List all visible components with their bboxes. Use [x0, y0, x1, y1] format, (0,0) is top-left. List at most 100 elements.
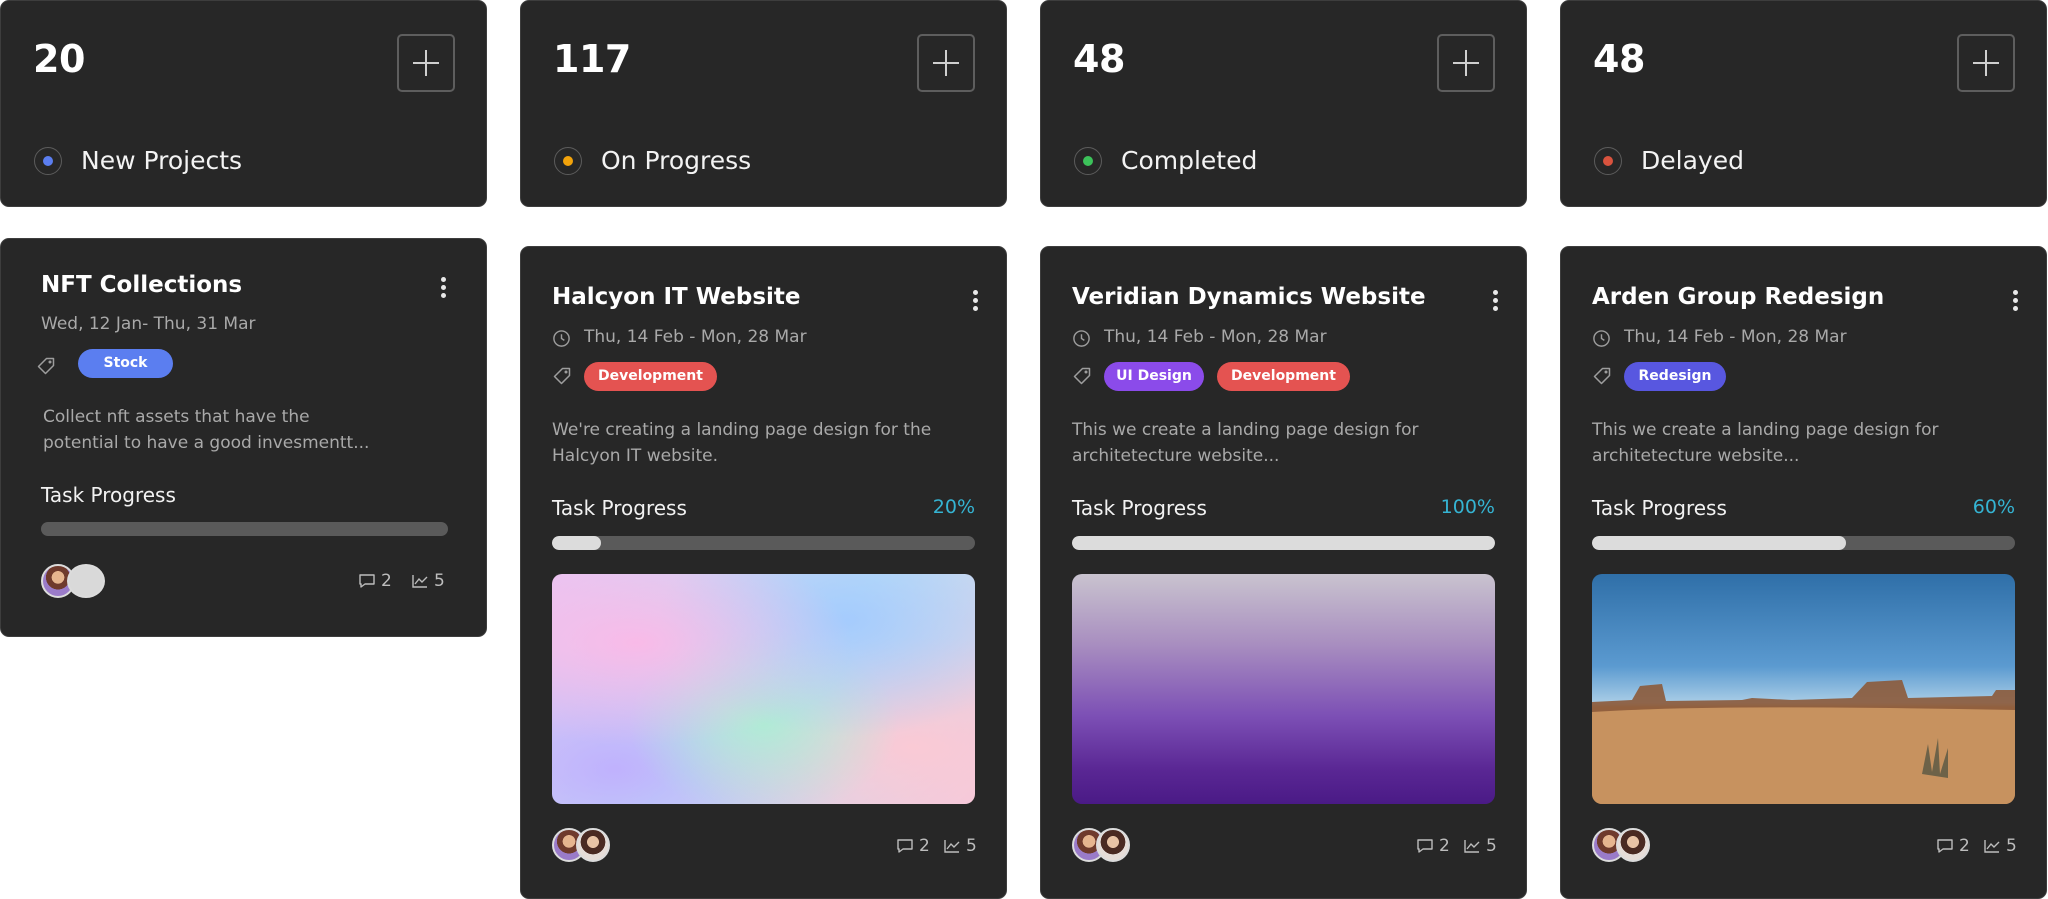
stat-label: Delayed [1641, 146, 1744, 175]
progress-fill [552, 536, 601, 550]
tag-icon [37, 357, 55, 375]
stat-card-new-projects: 20 New Projects [0, 0, 487, 207]
task-progress-label: Task Progress [1072, 496, 1207, 520]
kebab-menu-icon[interactable] [2007, 289, 2023, 313]
status-indicator [1594, 147, 1622, 175]
project-description: We're creating a landing page design for… [552, 420, 932, 466]
progress-percent: 60% [1972, 496, 2015, 518]
plus-icon[interactable] [917, 34, 975, 92]
project-date: Thu, 14 Feb - Mon, 28 Mar [584, 327, 807, 347]
trend-chart-icon [412, 575, 428, 588]
tag-redesign: Redesign [1624, 362, 1726, 391]
plus-icon[interactable] [397, 34, 455, 92]
tag-development: Development [584, 362, 717, 391]
project-card-halcyon-it-website[interactable]: Halcyon IT Website Thu, 14 Feb - Mon, 28… [520, 246, 1007, 899]
clock-icon [553, 330, 570, 347]
tag-icon [1073, 367, 1091, 385]
stats-count-value: 5 [434, 571, 445, 591]
project-card-nft-collections[interactable]: NFT Collections Wed, 12 Jan- Thu, 31 Mar… [0, 238, 487, 637]
kebab-menu-icon[interactable] [1487, 289, 1503, 313]
avatar-group [1072, 828, 1134, 864]
stats-count[interactable]: 5 [1463, 836, 1497, 856]
avatar[interactable] [1096, 828, 1130, 862]
stats-count[interactable]: 5 [943, 836, 977, 856]
tag-icon [553, 367, 571, 385]
avatar[interactable] [67, 564, 105, 598]
stats-count-value: 5 [1486, 836, 1497, 856]
tag-development: Development [1217, 362, 1350, 391]
project-description: This we create a landing page design for… [1072, 420, 1419, 466]
trend-chart-icon [944, 840, 960, 853]
progress-fill [1072, 536, 1495, 550]
plus-icon[interactable] [1437, 34, 1495, 92]
project-thumbnail [552, 574, 975, 804]
stat-count: 48 [1593, 37, 1645, 81]
stats-count-value: 5 [2006, 836, 2017, 856]
stat-label: Completed [1121, 146, 1258, 175]
comment-count[interactable]: 2 [896, 836, 930, 856]
clock-icon [1073, 330, 1090, 347]
comment-icon [1417, 839, 1433, 853]
avatar[interactable] [576, 828, 610, 862]
comment-count-value: 2 [919, 836, 930, 856]
stat-count: 48 [1073, 37, 1125, 81]
progress-percent: 100% [1440, 496, 1495, 518]
progress-bar [552, 536, 975, 550]
plus-icon[interactable] [1957, 34, 2015, 92]
avatar-group [1592, 828, 1654, 864]
comment-count-value: 2 [381, 571, 392, 591]
progress-bar [1592, 536, 2015, 550]
comment-count[interactable]: 2 [1936, 836, 1970, 856]
project-card-arden-group-redesign[interactable]: Arden Group Redesign Thu, 14 Feb - Mon, … [1560, 246, 2047, 899]
project-date: Thu, 14 Feb - Mon, 28 Mar [1624, 327, 1847, 347]
comment-count-value: 2 [1439, 836, 1450, 856]
task-progress-label: Task Progress [41, 483, 176, 507]
progress-bar [41, 522, 448, 536]
project-card-veridian-dynamics-website[interactable]: Veridian Dynamics Website Thu, 14 Feb - … [1040, 246, 1527, 899]
kebab-menu-icon[interactable] [967, 289, 983, 313]
stat-card-on-progress: 117 On Progress [520, 0, 1007, 207]
progress-percent: 20% [932, 496, 975, 518]
stat-count: 20 [33, 37, 85, 81]
tag-stock: Stock [78, 349, 173, 378]
project-description: This we create a landing page design for… [1592, 420, 1939, 466]
project-title: NFT Collections [41, 272, 243, 298]
progress-fill [1592, 536, 1846, 550]
avatar-group [41, 564, 111, 600]
project-description: Collect nft assets that have the potenti… [43, 407, 370, 453]
stats-count-value: 5 [966, 836, 977, 856]
project-thumbnail [1592, 574, 2015, 804]
tag-ui-design: UI Design [1104, 362, 1204, 391]
status-indicator [554, 147, 582, 175]
project-title: Arden Group Redesign [1592, 284, 1885, 310]
comment-icon [1937, 839, 1953, 853]
stat-card-delayed: 48 Delayed [1560, 0, 2047, 207]
trend-chart-icon [1984, 840, 2000, 853]
stat-card-completed: 48 Completed [1040, 0, 1527, 207]
project-title: Veridian Dynamics Website [1072, 284, 1426, 310]
project-date: Wed, 12 Jan- Thu, 31 Mar [41, 314, 256, 334]
status-indicator [1074, 147, 1102, 175]
task-progress-label: Task Progress [1592, 496, 1727, 520]
stats-count[interactable]: 5 [411, 571, 445, 591]
kebab-menu-icon[interactable] [435, 276, 451, 300]
avatar[interactable] [1616, 828, 1650, 862]
project-thumbnail [1072, 574, 1495, 804]
tag-icon [1593, 367, 1611, 385]
stats-count[interactable]: 5 [1983, 836, 2017, 856]
desert-landscape-photo [1592, 680, 2015, 804]
status-indicator [34, 147, 62, 175]
comment-icon [359, 574, 375, 588]
project-title: Halcyon IT Website [552, 284, 801, 310]
avatar-group [552, 828, 614, 864]
comment-count[interactable]: 2 [358, 571, 392, 591]
task-progress-label: Task Progress [552, 496, 687, 520]
stat-label: On Progress [601, 146, 752, 175]
stat-label: New Projects [81, 146, 243, 175]
trend-chart-icon [1464, 840, 1480, 853]
comment-count-value: 2 [1959, 836, 1970, 856]
progress-bar [1072, 536, 1495, 550]
comment-icon [897, 839, 913, 853]
comment-count[interactable]: 2 [1416, 836, 1450, 856]
clock-icon [1593, 330, 1610, 347]
